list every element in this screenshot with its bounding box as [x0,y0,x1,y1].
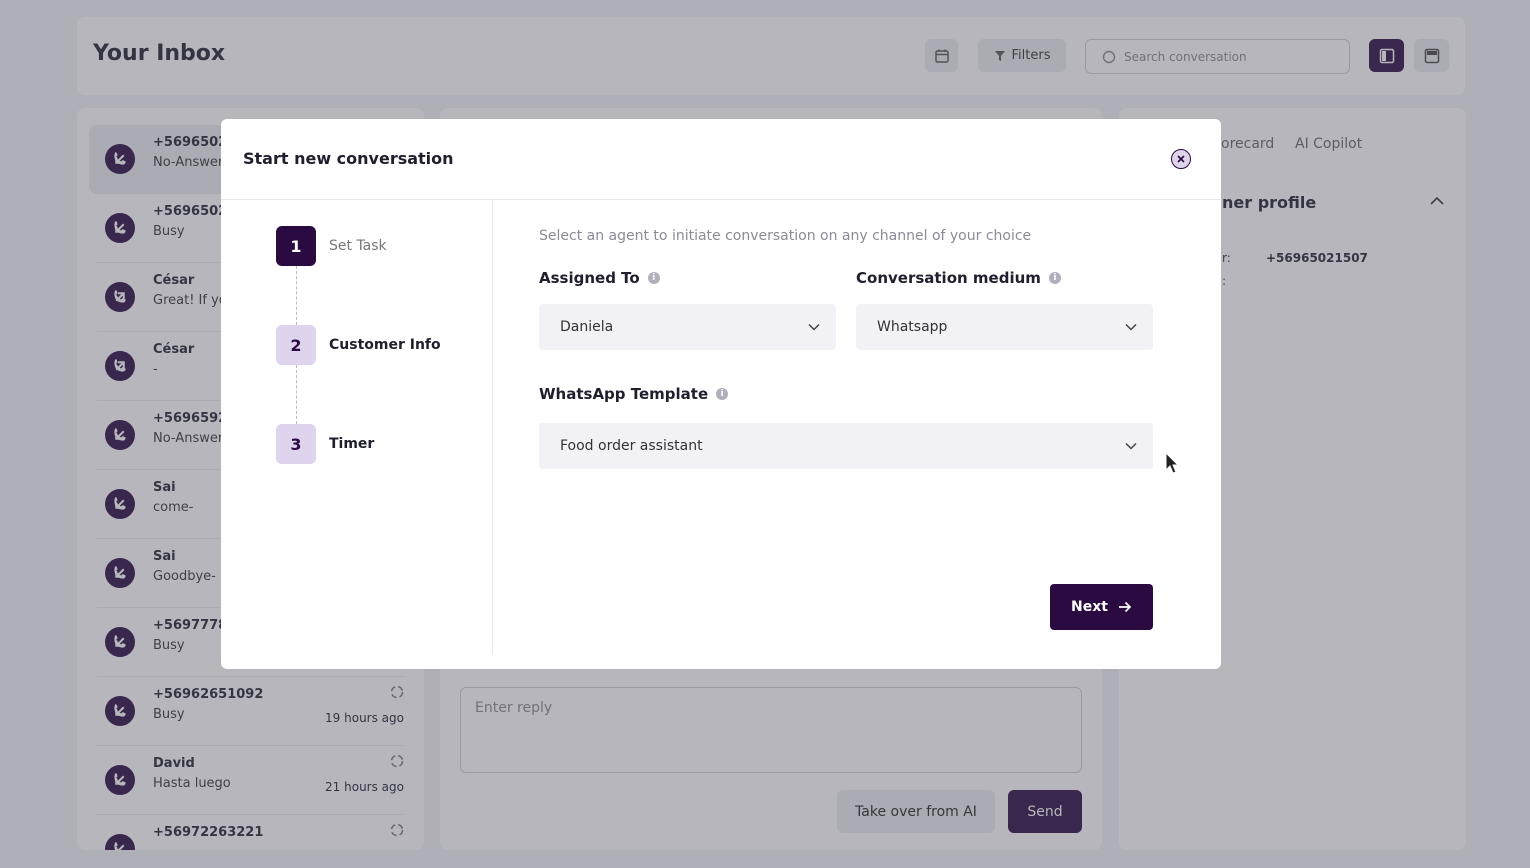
step-timer[interactable]: 3 Timer [276,424,374,464]
modal-subtitle: Select an agent to initiate conversation… [539,228,1032,244]
close-button[interactable] [1171,149,1191,169]
step-number: 3 [276,424,316,464]
mouse-cursor-icon [1165,452,1179,474]
chevron-down-icon [808,323,820,331]
whatsapp-template-select[interactable]: Food order assistant [539,423,1153,469]
assigned-to-value: Daniela [560,319,614,335]
whatsapp-template-label: WhatsApp Template i [539,385,729,403]
step-number: 2 [276,325,316,365]
close-icon [1177,155,1185,163]
stepper: 1 Set Task 2 Customer Info 3 Timer [221,200,493,655]
modal-title: Start new conversation [243,149,454,168]
step-label: Timer [329,436,375,452]
chevron-down-icon [1125,442,1137,450]
whatsapp-template-value: Food order assistant [560,438,703,454]
modal-header: Start new conversation [221,119,1221,200]
step-connector [296,266,297,325]
conversation-medium-label: Conversation medium i [856,269,1061,287]
chevron-down-icon [1125,323,1137,331]
step-label: Customer Info [329,337,441,353]
assigned-to-label: Assigned To i [539,269,660,287]
assigned-to-label-text: Assigned To [539,269,640,287]
arrow-right-icon [1118,601,1132,613]
next-label: Next [1071,599,1108,615]
step-set-task[interactable]: 1 Set Task [276,226,387,266]
info-icon[interactable]: i [716,388,729,400]
next-button[interactable]: Next [1050,584,1153,630]
info-icon[interactable]: i [647,272,660,284]
step-number: 1 [276,226,316,266]
step-customer-info[interactable]: 2 Customer Info [276,325,441,365]
start-conversation-modal: Start new conversation 1 Set Task 2 Cust… [221,119,1221,669]
assigned-to-select[interactable]: Daniela [539,304,836,350]
step-connector [296,365,297,424]
conversation-medium-label-text: Conversation medium [856,269,1041,287]
whatsapp-template-label-text: WhatsApp Template [539,385,709,403]
conversation-medium-select[interactable]: Whatsapp [856,304,1153,350]
info-icon[interactable]: i [1048,272,1061,284]
conversation-medium-value: Whatsapp [877,319,948,335]
step-label: Set Task [329,238,387,254]
